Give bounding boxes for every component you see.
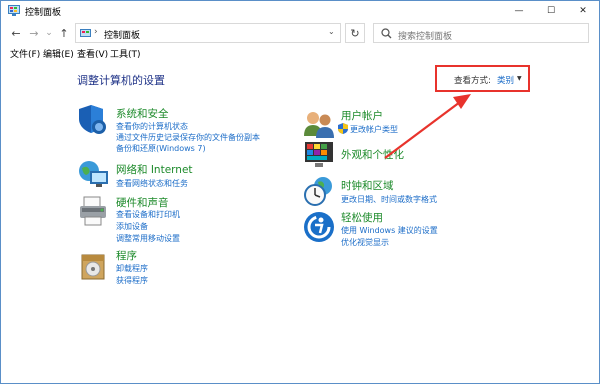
ease-of-access-icon[interactable] (303, 211, 335, 243)
printer-icon[interactable] (78, 195, 110, 227)
maximize-button[interactable]: ☐ (535, 1, 567, 21)
category-ease-of-access[interactable]: 轻松使用 (341, 210, 383, 225)
link-change-account-type[interactable]: 更改帐户类型 (350, 124, 398, 135)
category-system-security[interactable]: 系统和安全 (116, 106, 169, 121)
link-view-computer-status[interactable]: 查看你的计算机状态 (116, 121, 188, 132)
search-icon (381, 28, 392, 39)
network-globe-icon[interactable] (78, 159, 110, 191)
title-bar: 控制面板 — ☐ ✕ (1, 1, 599, 21)
window-title: 控制面板 (25, 8, 62, 18)
recent-locations-button[interactable]: ⌄ (42, 26, 56, 40)
back-button[interactable]: ← (9, 26, 23, 40)
menu-bar: 文件(F) 编辑(E) 查看(V) 工具(T) (1, 45, 599, 61)
page-heading: 调整计算机的设置 (77, 74, 165, 87)
minimize-button[interactable]: — (503, 1, 535, 21)
view-by-value[interactable]: 类别 (497, 74, 514, 86)
link-windows-recommended-settings[interactable]: 使用 Windows 建议的设置 (341, 225, 438, 236)
link-mobility-settings[interactable]: 调整常用移动设置 (116, 233, 180, 244)
control-panel-window: 控制面板 — ☐ ✕ ← → ⌄ ↑ › 控制面板 ⌄ ↻ 搜索控制面板 文件(… (0, 0, 600, 384)
refresh-button[interactable]: ↻ (345, 23, 365, 43)
chevron-down-icon: ⌄ (45, 28, 53, 38)
control-panel-icon (80, 29, 91, 37)
link-file-history-backup[interactable]: 通过文件历史记录保存你的文件备份副本 (116, 132, 260, 143)
category-user-accounts[interactable]: 用户帐户 (341, 108, 383, 123)
link-devices-printers[interactable]: 查看设备和打印机 (116, 209, 180, 220)
search-box[interactable]: 搜索控制面板 (373, 23, 589, 43)
breadcrumb-control-panel[interactable]: 控制面板 (104, 28, 140, 41)
system-security-shield-icon[interactable] (78, 103, 110, 135)
menu-file[interactable]: 文件(F) (10, 47, 40, 60)
link-network-status[interactable]: 查看网络状态和任务 (116, 178, 188, 189)
category-network-internet[interactable]: 网络和 Internet (116, 162, 193, 177)
clock-globe-icon[interactable] (303, 175, 335, 207)
category-programs[interactable]: 程序 (116, 248, 137, 263)
up-arrow-icon: ↑ (59, 26, 69, 40)
back-arrow-icon: ← (11, 26, 21, 40)
link-add-device[interactable]: 添加设备 (116, 221, 148, 232)
forward-arrow-icon: → (29, 26, 39, 40)
menu-tools[interactable]: 工具(T) (110, 47, 141, 60)
search-placeholder: 搜索控制面板 (398, 32, 453, 42)
content-area: 调整计算机的设置 查看方式: 类别 ▼ 系统和安全 查看你的计算机状态 通过文件… (1, 61, 599, 383)
view-by-label: 查看方式: (454, 76, 491, 86)
minimize-icon: — (514, 6, 524, 16)
user-accounts-icon[interactable] (303, 109, 335, 141)
link-backup-restore[interactable]: 备份和还原(Windows 7) (116, 143, 206, 154)
category-appearance-personalization[interactable]: 外观和个性化 (341, 147, 404, 162)
link-get-programs[interactable]: 获得程序 (116, 275, 148, 286)
link-change-date-time-format[interactable]: 更改日期、时间或数字格式 (341, 194, 437, 205)
up-button[interactable]: ↑ (57, 26, 71, 40)
breadcrumb-separator: › (94, 27, 98, 37)
category-clock-region[interactable]: 时钟和区域 (341, 178, 394, 193)
menu-view[interactable]: 查看(V) (77, 47, 108, 60)
link-uninstall-program[interactable]: 卸载程序 (116, 263, 148, 274)
address-dropdown-icon[interactable]: ⌄ (328, 27, 335, 36)
control-panel-icon (8, 5, 20, 16)
refresh-icon: ↻ (350, 26, 360, 40)
view-by-selector[interactable]: 查看方式: 类别 ▼ (435, 65, 530, 92)
close-icon: ✕ (579, 6, 587, 16)
programs-disc-icon[interactable] (78, 249, 110, 281)
address-bar[interactable]: › 控制面板 ⌄ (75, 23, 341, 43)
dropdown-arrow-icon[interactable]: ▼ (517, 75, 522, 82)
close-button[interactable]: ✕ (567, 1, 599, 21)
forward-button[interactable]: → (27, 26, 41, 40)
link-optimize-visual-display[interactable]: 优化视觉显示 (341, 237, 389, 248)
menu-edit[interactable]: 编辑(E) (43, 47, 74, 60)
category-hardware-sound[interactable]: 硬件和声音 (116, 195, 169, 210)
uac-shield-icon (338, 123, 348, 134)
navigation-bar: ← → ⌄ ↑ › 控制面板 ⌄ ↻ 搜索控制面板 (1, 21, 599, 45)
personalization-monitor-icon[interactable] (303, 139, 335, 171)
maximize-icon: ☐ (546, 6, 556, 16)
